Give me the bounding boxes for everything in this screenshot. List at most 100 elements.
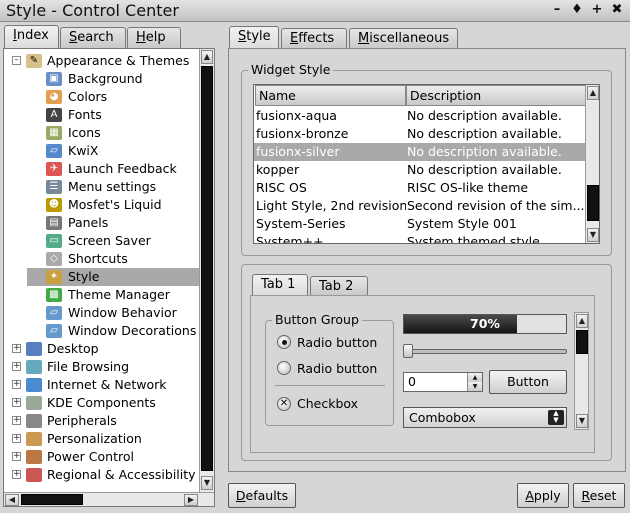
column-header-name[interactable]: Name (255, 85, 406, 106)
list-cell-name[interactable]: RISC OS (256, 179, 406, 197)
list-scroll-down-icon[interactable]: ▼ (587, 228, 599, 242)
list-vertical-scrollbar[interactable]: ▲ ▼ (585, 85, 599, 243)
combobox[interactable]: Combobox ▲ ▼ (403, 407, 567, 428)
expand-icon[interactable]: + (12, 398, 21, 407)
tree-item-fonts[interactable]: A Fonts (27, 106, 199, 124)
scroll-right-icon[interactable]: ▶ (184, 494, 198, 506)
close-icon[interactable]: ✖ (610, 2, 624, 18)
title-bar[interactable]: Style - Control Center – ♦ + ✖ (0, 0, 630, 22)
preview-push-button[interactable]: Button (489, 370, 567, 394)
tree-item-panels[interactable]: ▤ Panels (27, 214, 199, 232)
list-cell-name[interactable]: Light Style, 2nd revision (256, 197, 406, 215)
tree-category-kde-components[interactable]: + KDE Components (9, 394, 199, 412)
expand-icon[interactable]: + (12, 470, 21, 479)
expand-icon[interactable]: + (12, 416, 21, 425)
tree-item-background[interactable]: ▣ Background (27, 70, 199, 88)
tree-item-mosfet-s-liquid[interactable]: ☻ Mosfet's Liquid (27, 196, 199, 214)
tree-item-launch-feedback[interactable]: ✈ Launch Feedback (27, 160, 199, 178)
tab-index[interactable]: Index (4, 25, 59, 48)
preview-scroll-down-icon[interactable]: ▼ (576, 414, 588, 428)
tree-category-internet-network[interactable]: + Internet & Network (9, 376, 199, 394)
tree-item-screen-saver[interactable]: ▭ Screen Saver (27, 232, 199, 250)
expand-icon[interactable]: + (12, 380, 21, 389)
radio-button-1[interactable] (277, 335, 291, 349)
list-cell-description[interactable]: No description available. (407, 143, 584, 161)
list-cell-name[interactable]: fusionx-aqua (256, 107, 406, 125)
list-cell-name[interactable]: fusionx-bronze (256, 125, 406, 143)
apply-button[interactable]: Apply (517, 483, 569, 508)
list-cell-description[interactable]: System Style 001 (407, 215, 584, 233)
defaults-button[interactable]: Defaults (228, 483, 296, 508)
combobox-arrow-icon[interactable]: ▲ ▼ (548, 410, 564, 425)
tree-item-window-decorations[interactable]: ▱ Window Decorations (27, 322, 199, 340)
tab-search[interactable]: Search (60, 27, 126, 48)
slider-handle[interactable] (403, 344, 413, 358)
preview-tab-1[interactable]: Tab 1 (252, 274, 308, 296)
spin-up-icon[interactable]: ▲ (468, 373, 482, 382)
reset-button[interactable]: Reset (573, 483, 625, 508)
tree-item-appearance-themes[interactable]: – ✎ Appearance & Themes (9, 52, 199, 70)
preview-tab-2[interactable]: Tab 2 (310, 276, 368, 296)
sticky-icon[interactable]: ♦ (570, 2, 584, 18)
spinbox-value[interactable]: 0 (408, 374, 416, 389)
tree-item-shortcuts[interactable]: ◇ Shortcuts (27, 250, 199, 268)
widget-style-list[interactable]: Name Description fusionx-aqua No descript… (253, 84, 600, 244)
tree-category-personalization[interactable]: + Personalization (9, 430, 199, 448)
tab-effects[interactable]: Effects (281, 28, 347, 49)
tree-item-icons[interactable]: ▦ Icons (27, 124, 199, 142)
list-cell-description[interactable]: Second revision of the sim... (407, 197, 584, 215)
list-scroll-up-icon[interactable]: ▲ (587, 86, 599, 100)
tree-vertical-scrollbar[interactable]: ▲ ▼ (199, 49, 214, 492)
list-cell-description[interactable]: RISC OS-like theme (407, 179, 584, 197)
minimize-icon[interactable]: – (550, 2, 564, 18)
tree-category-peripherals[interactable]: + Peripherals (9, 412, 199, 430)
list-cell-description[interactable]: System themed style (407, 233, 584, 243)
scroll-left-icon[interactable]: ◀ (5, 494, 19, 506)
maximize-icon[interactable]: + (590, 2, 604, 18)
tree-item-style[interactable]: ✦ Style (27, 268, 199, 286)
checkbox[interactable]: ✕ (277, 397, 291, 411)
tab-miscellaneous[interactable]: Miscellaneous (349, 28, 458, 49)
slider-track[interactable] (403, 349, 567, 354)
preview-vertical-scrollbar[interactable]: ▲ ▼ (574, 312, 589, 430)
scroll-up-icon[interactable]: ▲ (201, 50, 213, 64)
list-cell-name[interactable]: System-Series (256, 215, 406, 233)
scroll-down-icon[interactable]: ▼ (201, 476, 213, 490)
list-cell-name[interactable]: System++ (256, 233, 406, 243)
preview-scrollbar-thumb[interactable] (576, 330, 588, 354)
expand-icon[interactable]: + (12, 344, 21, 353)
theme-manager-icon: ▩ (46, 288, 62, 302)
spinbox[interactable]: 0 ▲ ▼ (403, 372, 483, 392)
expand-icon[interactable]: + (12, 362, 21, 371)
tree-horizontal-scrollbar[interactable]: ◀ ▶ (4, 492, 214, 506)
collapse-icon[interactable]: – (12, 56, 21, 65)
tree-item-colors[interactable]: ◕ Colors (27, 88, 199, 106)
module-tree[interactable]: – ✎ Appearance & Themes ▣ Background ◕ Colo… (3, 48, 215, 507)
tree-item-menu-settings[interactable]: ☰ Menu settings (27, 178, 199, 196)
spin-down-icon[interactable]: ▼ (468, 382, 482, 391)
expand-icon[interactable]: + (12, 434, 21, 443)
tab-style[interactable]: Style (229, 26, 279, 49)
tab-help[interactable]: Help (127, 27, 181, 48)
tree-item-kwix[interactable]: ▱ KwiX (27, 142, 199, 160)
scrollbar-thumb[interactable] (201, 66, 213, 471)
tree-item-theme-manager[interactable]: ▩ Theme Manager (27, 286, 199, 304)
tree-category-desktop[interactable]: + Desktop (9, 340, 199, 358)
list-cell-name[interactable]: fusionx-silver (256, 143, 406, 161)
column-header-description[interactable]: Description (406, 85, 586, 106)
window-behavior-icon: ▱ (46, 306, 62, 320)
tree-category-power-control[interactable]: + Power Control (9, 448, 199, 466)
list-cell-description[interactable]: No description available. (407, 125, 584, 143)
radio-button-2[interactable] (277, 361, 291, 375)
preview-scroll-up-icon[interactable]: ▲ (576, 314, 588, 328)
tree-category-file-browsing[interactable]: + File Browsing (9, 358, 199, 376)
tree-item-window-behavior[interactable]: ▱ Window Behavior (27, 304, 199, 322)
list-cell-description[interactable]: No description available. (407, 107, 584, 125)
list-cell-description[interactable]: No description available. (407, 161, 584, 179)
list-cell-name[interactable]: kopper (256, 161, 406, 179)
shortcuts-icon: ◇ (46, 252, 62, 266)
hscrollbar-thumb[interactable] (21, 494, 83, 505)
list-scrollbar-thumb[interactable] (587, 185, 599, 221)
expand-icon[interactable]: + (12, 452, 21, 461)
tree-category-regional-accessibility[interactable]: + Regional & Accessibility (9, 466, 199, 484)
